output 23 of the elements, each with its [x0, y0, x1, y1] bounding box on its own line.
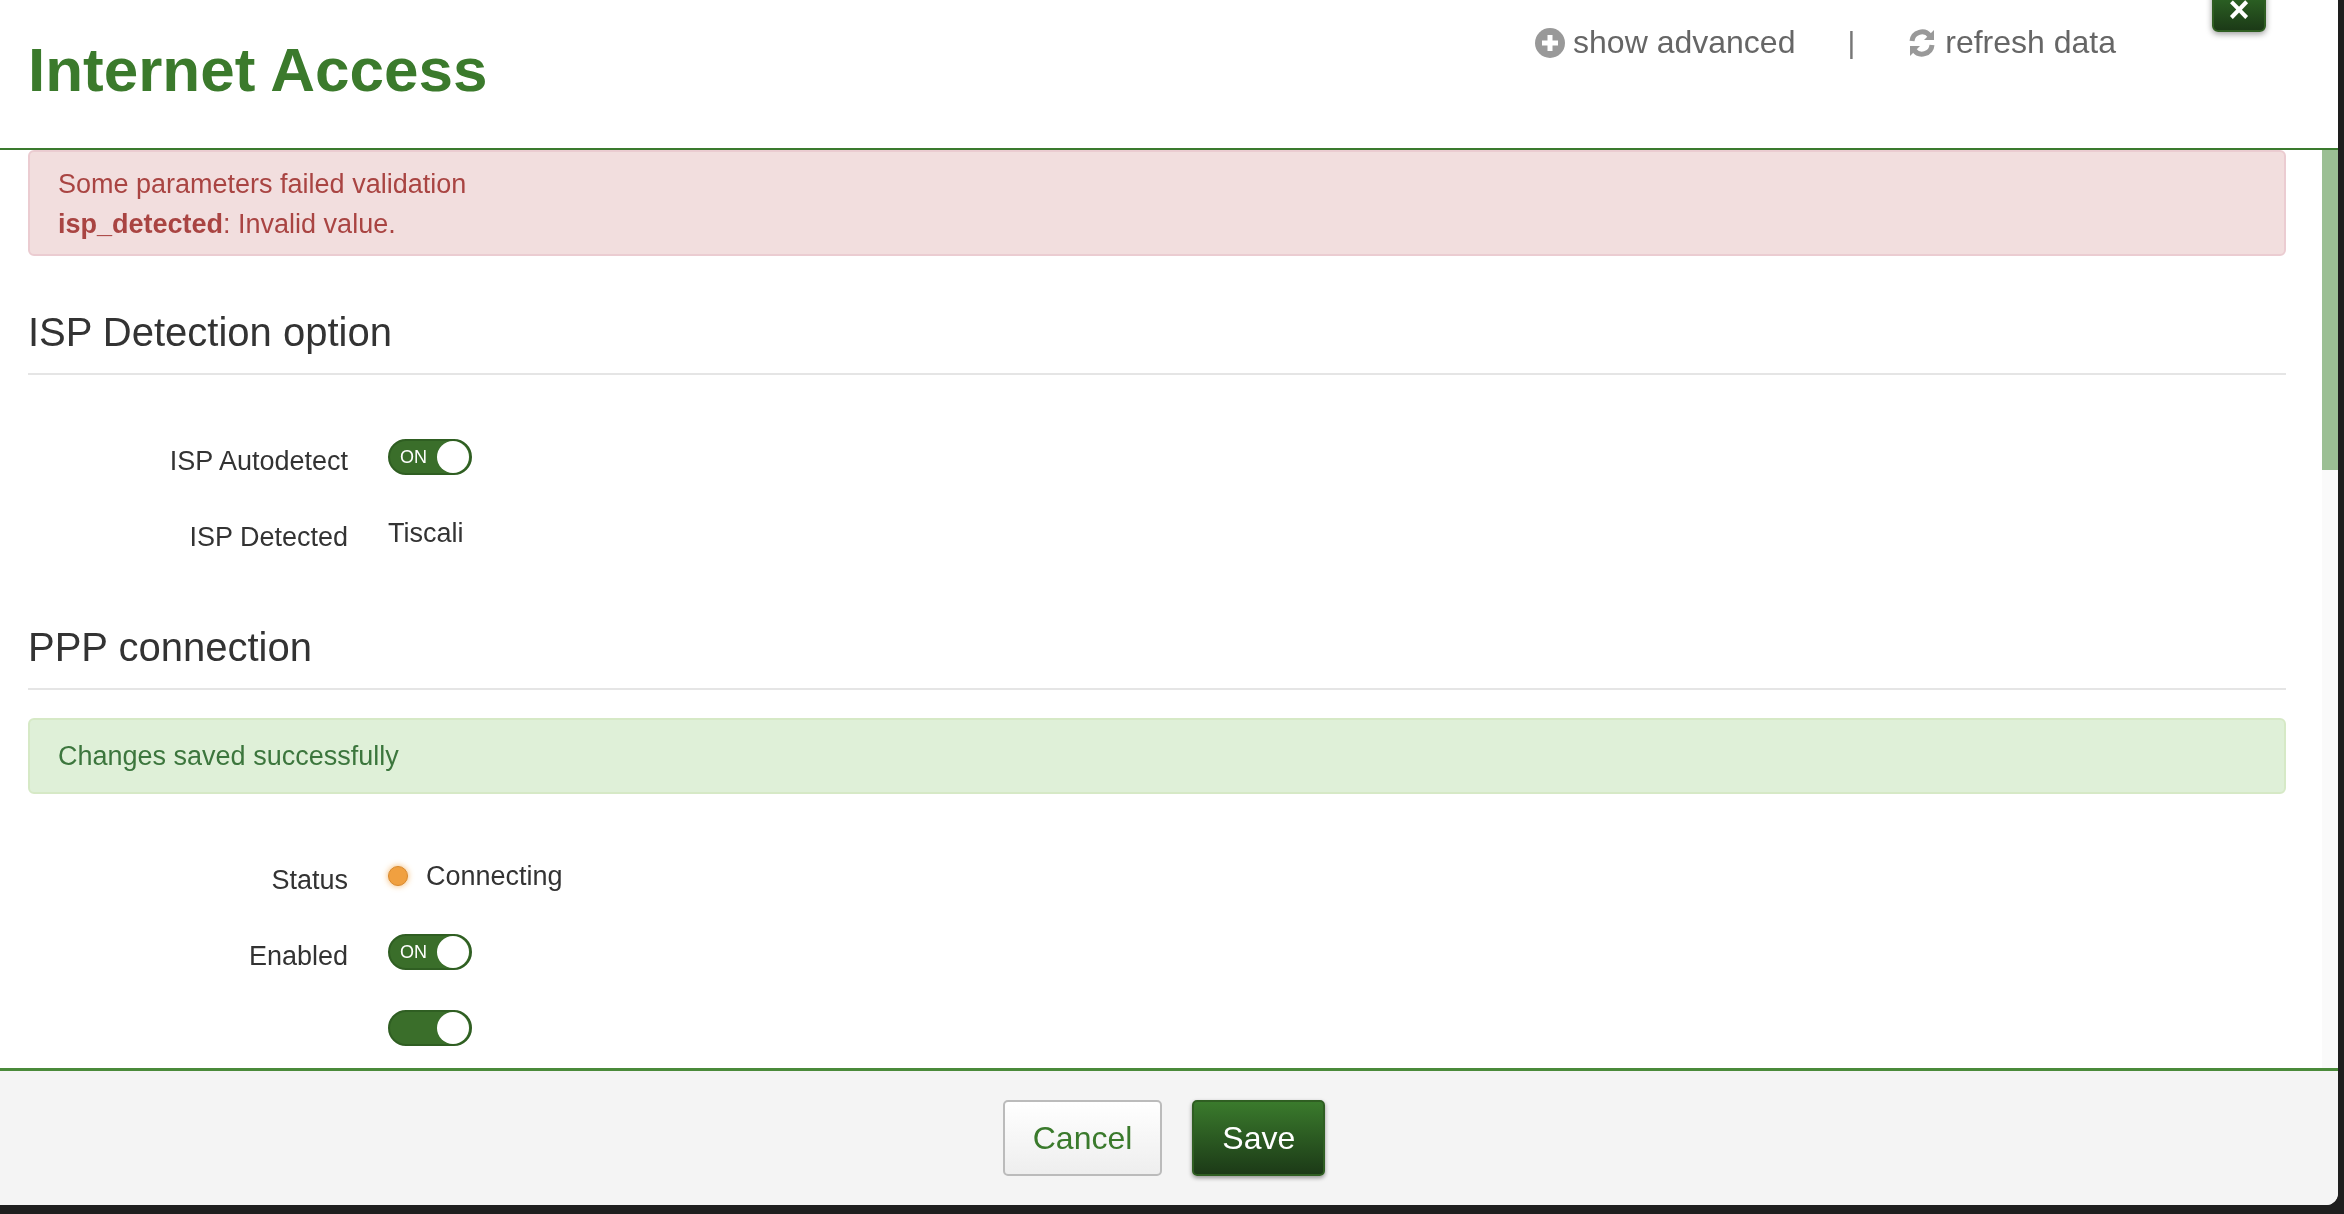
- cancel-button[interactable]: Cancel: [1002, 1100, 1163, 1176]
- success-alert: Changes saved successfully: [28, 718, 2286, 794]
- toggle-switch[interactable]: ON: [388, 934, 472, 970]
- field-label: Enabled: [247, 939, 348, 972]
- section-heading: ISP Detection option: [28, 310, 2286, 375]
- toggle-switch[interactable]: ON: [388, 439, 472, 475]
- header-link[interactable]: refresh data: [1907, 24, 2116, 61]
- toggle-switch[interactable]: [388, 1010, 472, 1046]
- section-heading: PPP connection: [28, 625, 2286, 690]
- status-text: Connecting: [426, 860, 563, 892]
- header-link[interactable]: show advanced: [1535, 24, 1796, 61]
- alert-text: isp_detected: Invalid value.: [58, 208, 397, 241]
- alert-text: Some parameters failed validation: [58, 168, 468, 201]
- field-value: Tiscali: [388, 517, 464, 549]
- close-button[interactable]: ×: [2212, 0, 2266, 32]
- link-separator: |: [1846, 25, 1857, 60]
- dialog-title: Internet Access: [28, 34, 488, 105]
- plus-circle-icon: [1535, 27, 1566, 58]
- scrollbar[interactable]: [2322, 150, 2338, 1068]
- field-label: ISP Autodetect: [168, 444, 348, 477]
- save-button[interactable]: Save: [1192, 1100, 1326, 1176]
- field-label: Status: [270, 863, 348, 896]
- field-label: ISP Detected: [188, 520, 348, 553]
